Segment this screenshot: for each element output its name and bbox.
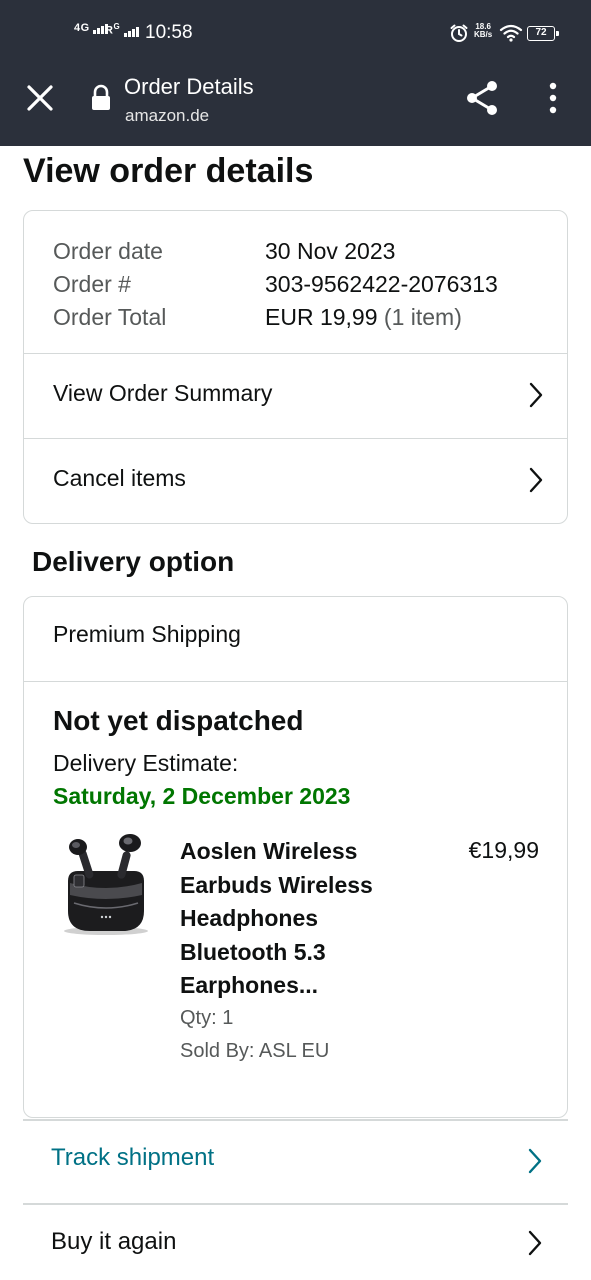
network-type-label-2: G — [113, 22, 121, 31]
track-shipment-link[interactable]: Track shipment — [23, 1120, 568, 1204]
browser-domain: amazon.de — [125, 106, 210, 125]
clock: 10:58 — [145, 22, 193, 43]
divider — [24, 681, 567, 682]
view-order-summary-link[interactable]: View Order Summary — [24, 354, 567, 438]
chevron-right-icon — [529, 467, 543, 493]
battery-icon: 72 — [527, 26, 559, 41]
order-total-value: EUR 19,99 (1 item) — [265, 301, 462, 334]
alarm-icon — [450, 24, 468, 42]
signal-bars-icon-2 — [123, 25, 140, 37]
order-item-count: (1 item) — [383, 304, 462, 330]
delivery-estimate-label: Delivery Estimate: — [53, 750, 239, 776]
order-total-row: Order Total EUR 19,99 (1 item) — [53, 301, 498, 334]
order-total-amount: EUR 19,99 — [265, 304, 378, 330]
product-quantity: Qty: 1 — [180, 1007, 234, 1029]
product-name-line: Headphones — [180, 905, 319, 931]
cancel-items-link[interactable]: Cancel items — [24, 439, 567, 523]
buy-it-again-link[interactable]: Buy it again — [23, 1204, 568, 1280]
chevron-right-icon — [529, 382, 543, 408]
shipping-method: Premium Shipping — [53, 621, 241, 647]
net-speed: 18.6 KB/s — [474, 23, 492, 39]
product-name-line: Earbuds Wireless — [180, 871, 373, 898]
order-number-label: Order # — [53, 271, 131, 297]
delivery-section-title: Delivery option — [32, 546, 235, 577]
product-name-line: Earphones... — [180, 972, 319, 998]
order-date-label: Order date — [53, 238, 163, 264]
close-icon[interactable] — [22, 80, 58, 116]
share-icon[interactable] — [462, 78, 502, 118]
product-price: €19,99 — [468, 837, 539, 863]
network-type-label: 4G — [74, 22, 90, 34]
product-name-line: Bluetooth 5.3 — [180, 938, 326, 965]
product-name-link[interactable]: Aoslen Wireless Earbuds Wireless Headpho… — [180, 835, 420, 1003]
cancel-items-label: Cancel items — [53, 465, 186, 491]
order-date-row: Order date 30 Nov 2023 — [53, 235, 498, 268]
lock-icon — [92, 84, 110, 110]
wifi-icon — [499, 24, 523, 42]
delivery-estimate-date: Saturday, 2 December 2023 — [53, 783, 351, 809]
status-bar: 4G RG 10:58 18.6 KB/s 72 — [0, 0, 591, 66]
order-summary-card: Order date 30 Nov 2023 Order # 303-95624… — [23, 210, 568, 524]
delivery-card: Premium Shipping Not yet dispatched Deli… — [23, 596, 568, 1118]
order-total-label: Order Total — [53, 304, 167, 330]
net-speed-unit: KB/s — [474, 30, 493, 39]
more-vert-icon[interactable] — [540, 80, 566, 116]
product-name-line: Aoslen Wireless — [180, 838, 358, 864]
cellular-signal-2: RG — [105, 22, 140, 37]
product-seller: Sold By: ASL EU — [180, 1040, 330, 1062]
view-order-summary-label: View Order Summary — [53, 380, 273, 406]
browser-page-title: Order Details — [124, 74, 254, 99]
page-title: View order details — [23, 152, 314, 190]
order-date-value: 30 Nov 2023 — [265, 238, 396, 264]
order-info: Order date 30 Nov 2023 Order # 303-95624… — [53, 235, 498, 334]
chevron-right-icon — [528, 1148, 542, 1174]
product-image[interactable] — [60, 833, 152, 941]
track-shipment-label: Track shipment — [51, 1144, 215, 1171]
order-number-value: 303-9562422-2076313 — [265, 271, 498, 297]
browser-topbar: 4G RG 10:58 18.6 KB/s 72 Order Details a… — [0, 0, 591, 146]
order-number-row: Order # 303-9562422-2076313 — [53, 268, 498, 301]
shipment-status: Not yet dispatched — [53, 705, 304, 736]
buy-it-again-label: Buy it again — [51, 1228, 177, 1255]
cellular-signal-1: 4G — [74, 22, 109, 34]
chevron-right-icon — [528, 1230, 542, 1256]
